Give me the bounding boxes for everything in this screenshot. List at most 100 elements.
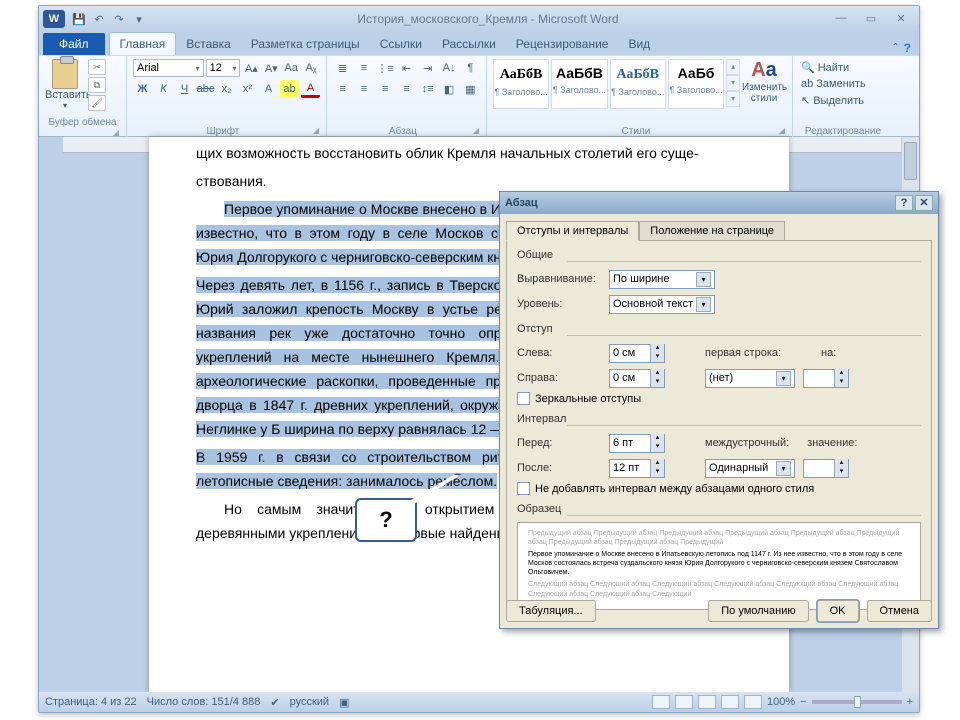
alignment-select[interactable]: По ширине▾ — [609, 270, 715, 289]
align-right-icon[interactable]: ≡ — [376, 80, 395, 98]
file-tab[interactable]: Файл — [43, 33, 105, 55]
help-icon[interactable]: ? — [904, 41, 911, 55]
special-indent-select[interactable]: (нет)▾ — [705, 369, 795, 388]
paragraph-preview: Предыдущий абзац Предыдущий абзац Предыд… — [517, 522, 921, 610]
font-name-combo[interactable]: Arial▾ — [133, 59, 204, 77]
align-left-icon[interactable]: ≡ — [333, 80, 352, 98]
no-space-same-style-checkbox[interactable]: Не добавлять интервал между абзацами одн… — [517, 482, 921, 495]
style-heading2[interactable]: АаБбВ¶ Заголово... — [551, 59, 607, 109]
zoom-slider[interactable] — [812, 700, 902, 704]
tab-references[interactable]: Ссылки — [370, 33, 432, 55]
indent-left-spinner[interactable]: 0 см▴▾ — [609, 344, 665, 363]
align-center-icon[interactable]: ≡ — [354, 80, 373, 98]
grow-font-icon[interactable]: A▴ — [242, 59, 260, 77]
numbering-icon[interactable]: ≡ — [354, 59, 373, 77]
tab-indents-spacing[interactable]: Отступы и интервалы — [506, 221, 639, 241]
change-case-icon[interactable]: Aa — [282, 59, 300, 77]
tab-line-page-breaks[interactable]: Положение на странице — [639, 221, 785, 241]
highlight-icon[interactable]: ab — [280, 80, 299, 98]
fullscreen-view-icon[interactable] — [675, 695, 693, 709]
save-icon[interactable]: 💾 — [71, 11, 87, 27]
tab-mailings[interactable]: Рассылки — [432, 33, 506, 55]
outline-view-icon[interactable] — [721, 695, 739, 709]
tab-home[interactable]: Главная — [109, 32, 177, 55]
ok-button[interactable]: OK — [817, 600, 859, 622]
font-color-icon[interactable]: A — [301, 80, 320, 98]
set-default-button[interactable]: По умолчанию — [708, 600, 808, 622]
zoom-level[interactable]: 100% — [767, 696, 795, 708]
tab-layout[interactable]: Разметка страницы — [241, 33, 370, 55]
tab-review[interactable]: Рецензирование — [506, 33, 619, 55]
format-painter-icon[interactable]: 🖌 — [88, 95, 106, 111]
styles-more-icon[interactable]: ▾ — [726, 91, 740, 107]
print-layout-view-icon[interactable] — [652, 695, 670, 709]
paragraph-dialog: Абзац ? ✕ Отступы и интервалы Положение … — [499, 191, 939, 629]
space-before-spinner[interactable]: 6 пт▴▾ — [609, 434, 665, 453]
proofing-icon[interactable]: ✔ — [270, 696, 279, 709]
outline-level-select[interactable]: Основной текст▾ — [609, 295, 715, 314]
qat-more-icon[interactable]: ▾ — [131, 11, 147, 27]
space-after-spinner[interactable]: 12 пт▴▾ — [609, 459, 665, 478]
shrink-font-icon[interactable]: A▾ — [262, 59, 280, 77]
dialog-help-button[interactable]: ? — [895, 195, 913, 211]
font-size-combo[interactable]: 12▾ — [206, 59, 241, 77]
justify-icon[interactable]: ≡ — [397, 80, 416, 98]
mirror-indents-checkbox[interactable]: Зеркальные отступы — [517, 392, 921, 405]
undo-icon[interactable]: ↶ — [91, 11, 107, 27]
style-heading3[interactable]: АаБбВ¶ Заголово... — [610, 59, 666, 109]
cut-icon[interactable]: ✂ — [88, 59, 106, 75]
show-marks-icon[interactable]: ¶ — [461, 59, 480, 77]
decrease-indent-icon[interactable]: ⇤ — [397, 59, 416, 77]
line-spacing-select[interactable]: Одинарный▾ — [705, 459, 795, 478]
sort-icon[interactable]: A↓ — [439, 59, 458, 77]
underline-button[interactable]: Ч — [175, 80, 194, 98]
superscript-button[interactable]: x² — [238, 80, 257, 98]
dialog-close-button[interactable]: ✕ — [915, 195, 933, 211]
draft-view-icon[interactable] — [744, 695, 762, 709]
macro-icon[interactable]: ▣ — [339, 696, 349, 709]
style-heading1[interactable]: АаБбВ¶ Заголово... — [493, 59, 549, 109]
tabs-button[interactable]: Табуляция... — [506, 600, 596, 622]
line-at-spinner[interactable]: ▴▾ — [803, 459, 849, 478]
select-button[interactable]: ↖Выделить — [799, 92, 887, 109]
text-effects-icon[interactable]: A — [259, 80, 278, 98]
zoom-in-icon[interactable]: + — [907, 696, 913, 708]
style-heading4[interactable]: АаБб¶ Заголово... — [668, 59, 724, 109]
clipboard-icon — [52, 59, 78, 89]
replace-button[interactable]: abЗаменить — [799, 76, 887, 92]
styles-up-icon[interactable]: ▴ — [726, 59, 740, 75]
increase-indent-icon[interactable]: ⇥ — [418, 59, 437, 77]
tab-insert[interactable]: Вставка — [176, 33, 241, 55]
line-spacing-icon[interactable]: ↕≡ — [418, 80, 437, 98]
clear-format-icon[interactable]: Aᵪ — [302, 59, 320, 77]
word-app-icon: W — [43, 10, 65, 28]
cancel-button[interactable]: Отмена — [867, 600, 932, 622]
bullets-icon[interactable]: ≣ — [333, 59, 352, 77]
shading-icon[interactable]: ◧ — [439, 80, 458, 98]
find-button[interactable]: 🔍Найти — [799, 59, 887, 76]
change-styles-button[interactable]: Aa Изменить стили — [742, 59, 786, 104]
redo-icon[interactable]: ↷ — [111, 11, 127, 27]
paste-button[interactable]: Вставить ▾ — [45, 59, 85, 110]
language-indicator[interactable]: русский — [290, 696, 329, 708]
borders-icon[interactable]: ▦ — [461, 80, 480, 98]
minimize-button[interactable]: — — [829, 12, 853, 26]
word-count[interactable]: Число слов: 151/4 888 — [147, 696, 261, 708]
styles-down-icon[interactable]: ▾ — [726, 75, 740, 91]
maximize-button[interactable]: ▭ — [859, 12, 883, 26]
web-view-icon[interactable] — [698, 695, 716, 709]
indent-right-spinner[interactable]: 0 см▴▾ — [609, 369, 665, 388]
page-indicator[interactable]: Страница: 4 из 22 — [45, 696, 137, 708]
close-button[interactable]: ✕ — [889, 12, 913, 26]
zoom-out-icon[interactable]: − — [800, 696, 806, 708]
special-by-spinner[interactable]: ▴▾ — [803, 369, 849, 388]
italic-button[interactable]: К — [154, 80, 173, 98]
strike-button[interactable]: abc — [196, 80, 215, 98]
bold-button[interactable]: Ж — [133, 80, 152, 98]
subscript-button[interactable]: x₂ — [217, 80, 236, 98]
copy-icon[interactable]: ⧉ — [88, 77, 106, 93]
dialog-title-bar[interactable]: Абзац ? ✕ — [500, 192, 938, 214]
multilevel-icon[interactable]: ⋮≡ — [376, 59, 395, 77]
tab-view[interactable]: Вид — [618, 33, 660, 55]
ribbon-minimize-icon[interactable]: ˆ — [894, 41, 898, 55]
